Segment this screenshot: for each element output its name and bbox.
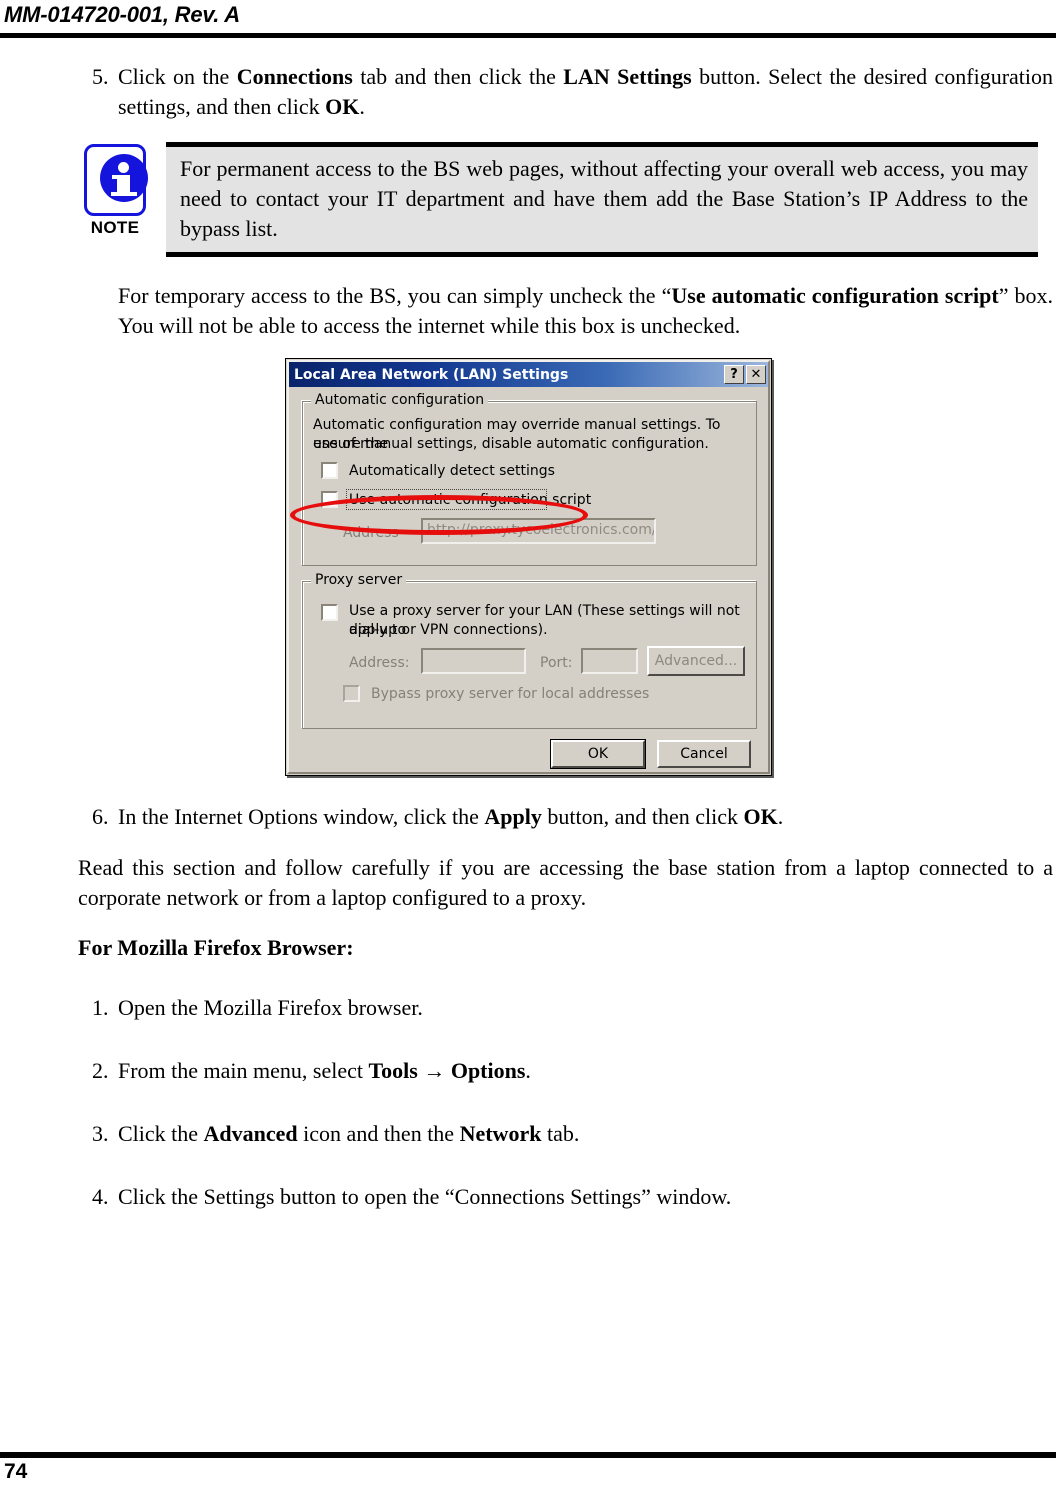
temp-access-text-1: For temporary access to the BS, you can … — [118, 283, 672, 308]
proxy-address-label: Address: — [349, 655, 410, 671]
footer-rule — [0, 1452, 1056, 1458]
ff3-text-3: tab. — [541, 1121, 580, 1146]
ff2-text-2: . — [525, 1058, 531, 1083]
bypass-proxy-label[interactable]: Bypass proxy server for local addresses — [371, 685, 649, 704]
step-text: Click on the Connections tab and then cl… — [118, 62, 1053, 122]
ff1-text-1: Open the Mozilla Firefox browser. — [118, 995, 423, 1020]
temporary-access-paragraph: For temporary access to the BS, you can … — [118, 281, 1053, 341]
step-number: 6. — [92, 804, 109, 829]
firefox-step-item-3: 3. Click the Advanced icon and then the … — [78, 1119, 1053, 1149]
step-number: 3. — [92, 1121, 109, 1146]
proxy-server-group-label: Proxy server — [311, 572, 407, 588]
automatically-detect-settings-label[interactable]: Automatically detect settings — [349, 462, 555, 481]
advanced-button[interactable]: Advanced... — [647, 646, 745, 676]
step6-bold-apply: Apply — [484, 804, 542, 829]
note-text-box: For permanent access to the BS web pages… — [166, 142, 1038, 257]
proxy-port-input[interactable] — [581, 648, 638, 674]
use-proxy-server-label-line2[interactable]: dial-up or VPN connections). — [349, 621, 548, 640]
auto-config-address-input[interactable]: http://proxy.tycoelectronics.com/au — [421, 518, 656, 544]
step6-text-2: button, and then click — [541, 804, 744, 829]
step-text: From the main menu, select Tools → Optio… — [118, 1056, 1053, 1086]
dialog-titlebar[interactable]: Local Area Network (LAN) Settings ? ✕ — [289, 362, 768, 387]
note-text: For permanent access to the BS web pages… — [180, 156, 1028, 241]
ff3-text-2: icon and then the — [297, 1121, 460, 1146]
ff3-bold-advanced: Advanced — [203, 1121, 298, 1146]
step6-bold-ok: OK — [743, 804, 778, 829]
proxy-address-input[interactable] — [421, 648, 526, 674]
temp-access-bold-script: Use automatic configuration script — [671, 283, 999, 308]
step5-text-4: . — [359, 94, 365, 119]
step-number: 5. — [92, 64, 109, 89]
step5-text-2: tab and then click the — [352, 64, 564, 89]
use-automatic-configuration-script-checkbox[interactable] — [321, 491, 338, 508]
firefox-step-item-2: 2. From the main menu, select Tools → Op… — [78, 1056, 1053, 1086]
note-info-icon: NOTE — [78, 144, 152, 252]
automatically-detect-settings-checkbox[interactable] — [321, 462, 338, 479]
step-text: Click the Advanced icon and then the Net… — [118, 1119, 1053, 1149]
step5-bold-ok: OK — [325, 94, 360, 119]
ff2-text-1: From the main menu, select — [118, 1058, 369, 1083]
automatic-configuration-description-line2: use of manual settings, disable automati… — [313, 436, 709, 452]
close-icon[interactable]: ✕ — [746, 365, 766, 384]
firefox-step-item-1: 1. Open the Mozilla Firefox browser. — [78, 993, 1053, 1023]
step-number: 1. — [92, 995, 109, 1020]
note-callout: NOTE For permanent access to the BS web … — [78, 142, 1038, 257]
info-icon-stem-bottom-serif — [111, 192, 137, 196]
step-item-6: 6. In the Internet Options window, click… — [78, 802, 1053, 832]
dialog-ok-button[interactable]: OK — [550, 739, 646, 769]
step-number: 4. — [92, 1184, 109, 1209]
firefox-step-item-4: 4. Click the Settings button to open the… — [78, 1182, 1053, 1212]
step6-text-3: . — [777, 804, 784, 829]
automatic-configuration-group-label: Automatic configuration — [311, 392, 489, 408]
step6-text-1: In the Internet Options window, click th… — [118, 804, 485, 829]
info-icon-rounded-box — [84, 144, 148, 216]
step5-bold-lan-settings: LAN Settings — [563, 64, 692, 89]
proxy-port-label: Port: — [540, 655, 573, 671]
ff3-bold-network: Network — [459, 1121, 542, 1146]
step-item-5: 5. Click on the Connections tab and then… — [78, 62, 1053, 122]
page-number: 74 — [4, 1460, 28, 1483]
document-header: MM-014720-001, Rev. A — [0, 0, 1056, 38]
lan-settings-dialog: Local Area Network (LAN) Settings ? ✕ Au… — [285, 358, 772, 776]
page-body: 5. Click on the Connections tab and then… — [0, 38, 1056, 1487]
ff2-bold-tools-options: Tools → Options — [368, 1058, 526, 1083]
step-text: Click the Settings button to open the “C… — [118, 1182, 1053, 1212]
document-id-text: MM-014720-001, Rev. A — [4, 2, 240, 27]
dialog-title: Local Area Network (LAN) Settings — [294, 366, 569, 383]
step-text: Open the Mozilla Firefox browser. — [118, 993, 1053, 1023]
step-text: In the Internet Options window, click th… — [118, 802, 1053, 832]
step5-bold-connections: Connections — [236, 64, 353, 89]
use-script-focus-outline — [346, 489, 547, 510]
auto-config-address-label: Address — [343, 525, 399, 541]
note-icon-label: NOTE — [90, 218, 140, 237]
bypass-proxy-checkbox[interactable] — [343, 685, 360, 702]
info-icon-dot — [118, 162, 129, 173]
help-button-icon[interactable]: ? — [724, 365, 744, 384]
step-number: 2. — [92, 1058, 109, 1083]
ff3-text-1: Click the — [118, 1121, 204, 1146]
step5-text-1: Click on the — [118, 64, 237, 89]
ff4-text-1: Click the Settings button to open the “C… — [118, 1184, 732, 1209]
use-proxy-server-checkbox[interactable] — [321, 604, 338, 621]
firefox-section-heading: For Mozilla Firefox Browser: — [78, 935, 354, 960]
proxy-server-group: Proxy server Use a proxy server for your… — [302, 572, 757, 729]
automatic-configuration-group: Automatic configuration Automatic config… — [302, 392, 757, 566]
dialog-cancel-button[interactable]: Cancel — [657, 740, 751, 768]
read-section-paragraph: Read this section and follow carefully i… — [78, 855, 1053, 910]
